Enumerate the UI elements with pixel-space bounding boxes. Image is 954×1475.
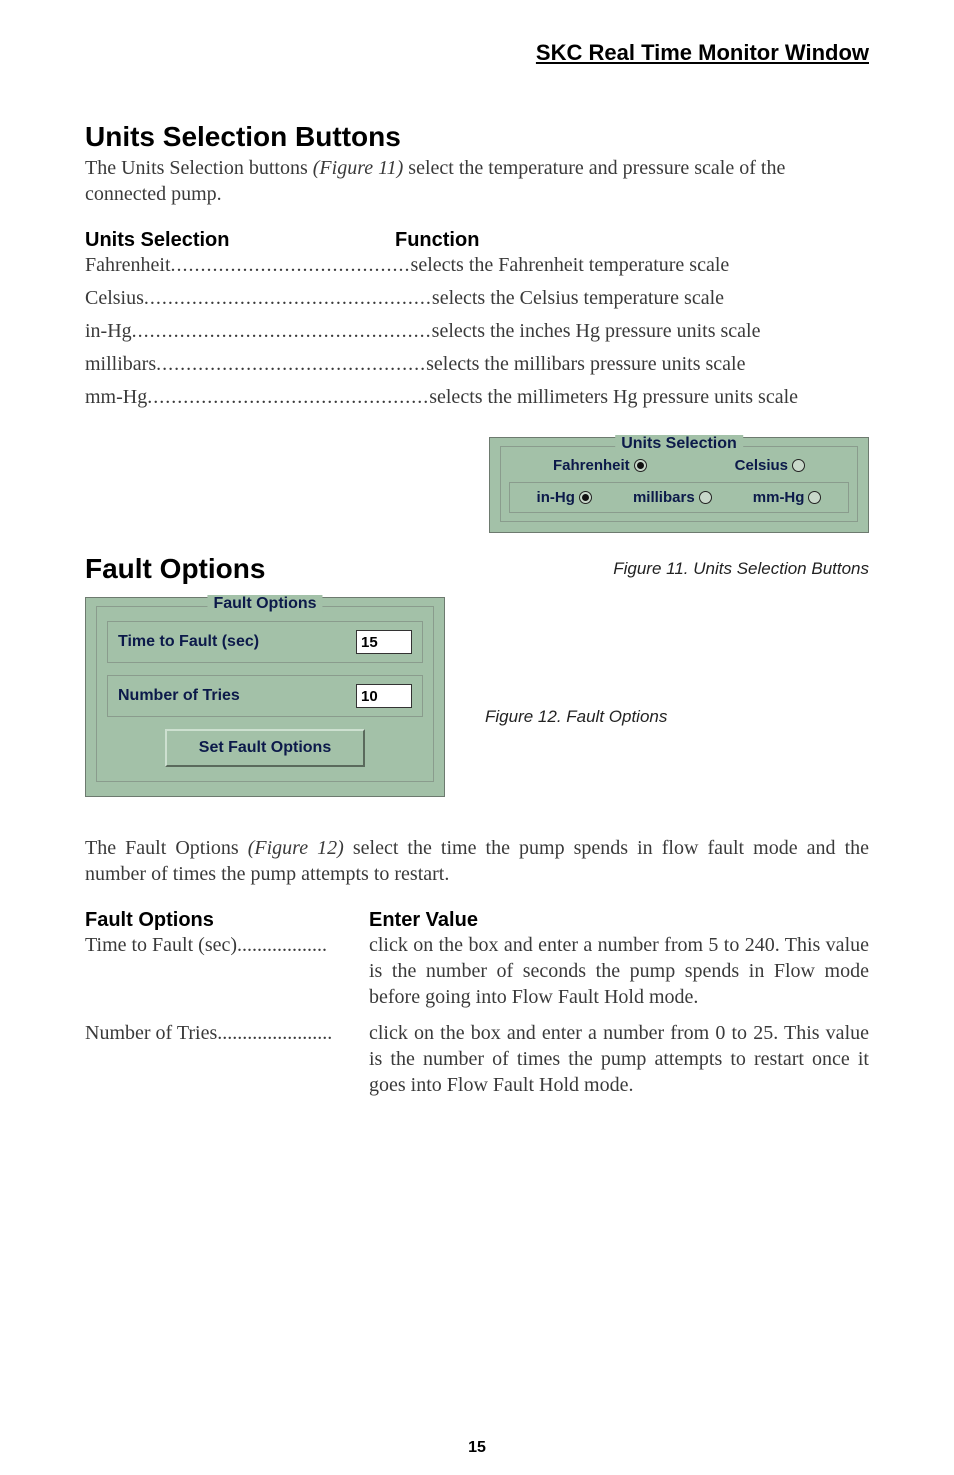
units-dots: ........................................…	[156, 353, 426, 376]
fault-row: Time to Fault (sec).................. cl…	[85, 932, 869, 1010]
pressure-radio-row: in-Hg millibars mm-Hg	[516, 489, 842, 506]
units-term: mm-Hg	[85, 386, 147, 409]
units-desc: selects the millimeters Hg pressure unit…	[429, 386, 798, 409]
number-of-tries-input[interactable]	[356, 684, 412, 708]
units-desc: selects the Fahrenheit temperature scale	[411, 254, 730, 277]
units-dots: ........................................	[171, 254, 411, 277]
units-selection-legend: Units Selection	[615, 435, 743, 453]
inhg-radio[interactable]: in-Hg	[537, 489, 592, 506]
time-to-fault-input[interactable]	[356, 630, 412, 654]
intro-figure-ref: (Figure 11)	[313, 157, 404, 179]
fault-options-heading: Fault Options	[85, 553, 265, 585]
set-fault-options-button[interactable]: Set Fault Options	[165, 729, 365, 767]
fault-term: Time to Fault (sec)..................	[85, 932, 369, 1010]
fault-options-groupbox: Fault Options Time to Fault (sec) Number…	[96, 606, 434, 782]
radio-icon	[579, 491, 592, 504]
fault-intro-figure-ref: (Figure 12)	[248, 837, 344, 859]
units-term: Fahrenheit	[85, 254, 171, 277]
figure-12-caption: Figure 12. Fault Options	[485, 707, 667, 727]
units-row: in-Hg ..................................…	[85, 320, 869, 343]
fahrenheit-label: Fahrenheit	[553, 457, 630, 474]
units-desc: selects the inches Hg pressure units sca…	[432, 320, 761, 343]
units-desc: selects the millibars pressure units sca…	[426, 353, 745, 376]
page-header: SKC Real Time Monitor Window	[85, 40, 869, 66]
fault-term: Number of Tries.......................	[85, 1020, 369, 1098]
units-selection-panel: Units Selection Fahrenheit Celsius in-Hg…	[489, 437, 869, 533]
pressure-radio-box: in-Hg millibars mm-Hg	[509, 482, 849, 513]
fault-table-header: Fault Options Enter Value	[85, 909, 869, 932]
radio-icon	[808, 491, 821, 504]
number-of-tries-label: Number of Tries	[118, 687, 240, 705]
units-dots: ........................................…	[144, 287, 432, 310]
units-term: millibars	[85, 353, 156, 376]
units-selection-heading: Units Selection Buttons	[85, 121, 869, 153]
mmhg-label: mm-Hg	[753, 489, 805, 506]
number-of-tries-row: Number of Tries	[107, 675, 423, 717]
millibars-radio[interactable]: millibars	[633, 489, 712, 506]
units-dots: ........................................…	[147, 386, 429, 409]
fault-desc: click on the box and enter a number from…	[369, 1020, 869, 1098]
units-desc: selects the Celsius temperature scale	[432, 287, 724, 310]
intro-text-a: The Units Selection buttons	[85, 157, 313, 179]
units-row: Celsius ................................…	[85, 287, 869, 310]
units-selection-groupbox: Units Selection Fahrenheit Celsius in-Hg…	[500, 446, 858, 522]
fault-options-legend: Fault Options	[207, 595, 322, 613]
units-table-header: Units Selection Function	[85, 229, 869, 252]
fault-row: Number of Tries....................... c…	[85, 1020, 869, 1098]
units-col-left: Units Selection	[85, 229, 395, 252]
millibars-label: millibars	[633, 489, 695, 506]
units-col-right: Function	[395, 229, 479, 252]
units-row: Fahrenheit .............................…	[85, 254, 869, 277]
page-number: 15	[0, 1439, 954, 1457]
units-term: in-Hg	[85, 320, 132, 343]
radio-icon	[699, 491, 712, 504]
units-dots: ........................................…	[132, 320, 432, 343]
units-selection-intro: The Units Selection buttons (Figure 11) …	[85, 155, 869, 207]
fault-col-right: Enter Value	[369, 909, 478, 932]
time-to-fault-label: Time to Fault (sec)	[118, 633, 259, 651]
fault-intro-a: The Fault Options	[85, 837, 248, 859]
units-row: millibars ..............................…	[85, 353, 869, 376]
fault-desc: click on the box and enter a number from…	[369, 932, 869, 1010]
figure-11-caption: Figure 11. Units Selection Buttons	[489, 559, 869, 579]
fault-options-intro: The Fault Options (Figure 12) select the…	[85, 835, 869, 887]
celsius-radio[interactable]: Celsius	[735, 457, 805, 474]
time-to-fault-row: Time to Fault (sec)	[107, 621, 423, 663]
units-term: Celsius	[85, 287, 144, 310]
mmhg-radio[interactable]: mm-Hg	[753, 489, 822, 506]
inhg-label: in-Hg	[537, 489, 575, 506]
fault-col-left: Fault Options	[85, 909, 369, 932]
fault-options-panel: Fault Options Time to Fault (sec) Number…	[85, 597, 445, 797]
radio-icon	[634, 459, 647, 472]
temperature-radio-row: Fahrenheit Celsius	[509, 457, 849, 474]
fahrenheit-radio[interactable]: Fahrenheit	[553, 457, 647, 474]
radio-icon	[792, 459, 805, 472]
units-row: mm-Hg ..................................…	[85, 386, 869, 409]
celsius-label: Celsius	[735, 457, 788, 474]
